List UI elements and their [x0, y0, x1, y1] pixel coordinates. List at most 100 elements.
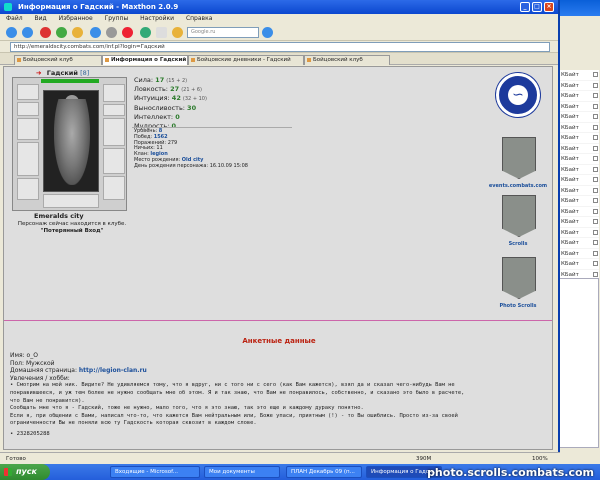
checkbox-icon[interactable]: [593, 145, 598, 151]
title-bar: Информация о Гадский - Maxthon 2.0.9 _ □…: [0, 0, 558, 14]
background-file-row: КБайт: [559, 175, 599, 186]
boots-slot[interactable]: [103, 176, 125, 200]
helmet-slot[interactable]: [17, 84, 39, 100]
events-link[interactable]: events.combats.com: [488, 183, 548, 189]
events-banner-icon[interactable]: [502, 137, 536, 179]
checkbox-icon[interactable]: [593, 240, 598, 245]
info-value: 279: [167, 139, 178, 146]
checkbox-icon[interactable]: [593, 177, 598, 182]
screen-icon[interactable]: [156, 27, 167, 38]
clean-icon[interactable]: [172, 27, 183, 38]
maximize-button[interactable]: □: [532, 2, 542, 12]
profile-homepage-row: Домашняя страница: http://legion-clan.ru: [10, 367, 550, 375]
menu-view[interactable]: Вид: [35, 15, 47, 22]
checkbox-icon[interactable]: [593, 187, 598, 193]
presence-location: "Потерянный Вход": [40, 227, 104, 234]
search-input[interactable]: Google.ru: [187, 27, 259, 38]
background-file-size: КБайт: [561, 198, 579, 204]
background-file-size: КБайт: [561, 93, 579, 99]
checkbox-icon[interactable]: [593, 156, 598, 161]
amulet-slot[interactable]: [17, 118, 39, 140]
shield-slot[interactable]: [103, 118, 125, 146]
task-plan[interactable]: ПЛАН Декабрь 09 (п...: [286, 466, 362, 478]
back-icon[interactable]: [6, 27, 17, 38]
checkbox-icon[interactable]: [593, 82, 598, 88]
search-go-icon[interactable]: [262, 27, 273, 38]
refresh-icon[interactable]: [56, 27, 67, 38]
background-file-size: КБайт: [561, 219, 579, 225]
armor-slot[interactable]: [17, 178, 39, 200]
checkbox-icon[interactable]: [593, 114, 598, 119]
checkbox-icon[interactable]: [593, 93, 598, 98]
section-divider: [4, 320, 552, 321]
background-file-row: КБайт: [559, 196, 599, 207]
menu-settings[interactable]: Настройки: [140, 15, 174, 22]
close-button[interactable]: ×: [544, 2, 554, 12]
background-file-row: КБайт: [559, 227, 599, 238]
earrings-slot[interactable]: [17, 102, 39, 116]
photo-scrolls-link[interactable]: Photo Scrolls: [488, 303, 548, 309]
task-outlook[interactable]: Входящие - Microsof...: [110, 466, 200, 478]
scrolls-link[interactable]: Scrolls: [488, 241, 548, 247]
character-figure: [43, 90, 99, 192]
tools-icon[interactable]: [140, 27, 151, 38]
weapon-slot[interactable]: [17, 142, 39, 176]
belt-slots[interactable]: [43, 194, 99, 208]
background-file-size: КБайт: [561, 240, 579, 246]
background-file-list: КБайт КБайт КБайт КБайт КБайт КБайт КБайт КБайт…: [559, 70, 599, 280]
menu-favorites[interactable]: Избранное: [59, 15, 93, 22]
background-file-size: КБайт: [561, 187, 579, 194]
browser-window: Информация о Гадский - Maxthon 2.0.9 _ □…: [0, 0, 560, 464]
homepage-label: Домашняя страница:: [10, 367, 77, 375]
background-file-size: КБайт: [561, 177, 579, 183]
combats-logo-icon[interactable]: ∽: [496, 73, 540, 117]
checkbox-icon[interactable]: [593, 261, 598, 266]
checkbox-icon[interactable]: [593, 103, 598, 109]
tab-fight-club-2[interactable]: Бойцовский клуб: [304, 55, 390, 65]
menu-file[interactable]: Файл: [6, 15, 23, 22]
checkbox-icon[interactable]: [593, 135, 598, 140]
checkbox-icon[interactable]: [593, 219, 598, 224]
ring-slot[interactable]: [103, 104, 125, 116]
undo-icon[interactable]: [106, 27, 117, 38]
checkbox-icon[interactable]: [593, 198, 598, 203]
scrolls-banner-icon[interactable]: [502, 195, 536, 237]
checkbox-icon[interactable]: [593, 229, 598, 235]
homepage-link[interactable]: http://legion-clan.ru: [79, 367, 147, 374]
gloves-slot[interactable]: [103, 84, 125, 102]
background-file-size: КБайт: [561, 166, 579, 173]
favorites-icon[interactable]: [90, 27, 101, 38]
stat-label: Выносливость:: [134, 103, 185, 112]
tab-info[interactable]: Информация о Гадский: [102, 55, 188, 65]
background-panel: [559, 278, 599, 448]
tab-fight-club[interactable]: Бойцовский клуб: [14, 55, 102, 65]
stop-icon[interactable]: [40, 27, 51, 38]
menu-help[interactable]: Справка: [186, 15, 212, 22]
checkbox-icon[interactable]: [593, 208, 598, 214]
minimize-button[interactable]: _: [520, 2, 530, 12]
block-icon[interactable]: [122, 27, 133, 38]
start-button[interactable]: пуск: [0, 464, 50, 480]
stats-block: Сила: 17 (15 + 2) Ловкость: 27 (21 + 6) …: [134, 76, 207, 131]
checkbox-icon[interactable]: [593, 72, 598, 77]
home-icon[interactable]: [72, 27, 83, 38]
address-input[interactable]: http://emeraldscity.combats.com/inf.pl?l…: [10, 42, 550, 52]
forward-icon[interactable]: [22, 27, 33, 38]
task-my-documents[interactable]: Мои документы: [204, 466, 280, 478]
background-file-size: КБайт: [561, 261, 579, 267]
photo-scrolls-banner-icon[interactable]: [502, 257, 536, 299]
checkbox-icon[interactable]: [593, 124, 598, 130]
leggings-slot[interactable]: [103, 148, 125, 174]
character-name[interactable]: Гадский: [47, 69, 78, 77]
character-level: [8]: [80, 69, 90, 77]
info-value: 16.10.09 15:08: [209, 162, 248, 169]
stat-value: 17: [155, 76, 165, 84]
stat-label: Ловкость:: [134, 85, 168, 94]
checkbox-icon[interactable]: [593, 250, 598, 256]
tab-diaries[interactable]: Бойцовские дневники - Гадский: [188, 55, 304, 65]
checkbox-icon[interactable]: [593, 271, 598, 277]
background-file-size: КБайт: [561, 82, 579, 89]
checkbox-icon[interactable]: [593, 166, 598, 172]
menu-groups[interactable]: Группы: [105, 15, 129, 22]
city-name: Emeralds city: [34, 212, 84, 220]
